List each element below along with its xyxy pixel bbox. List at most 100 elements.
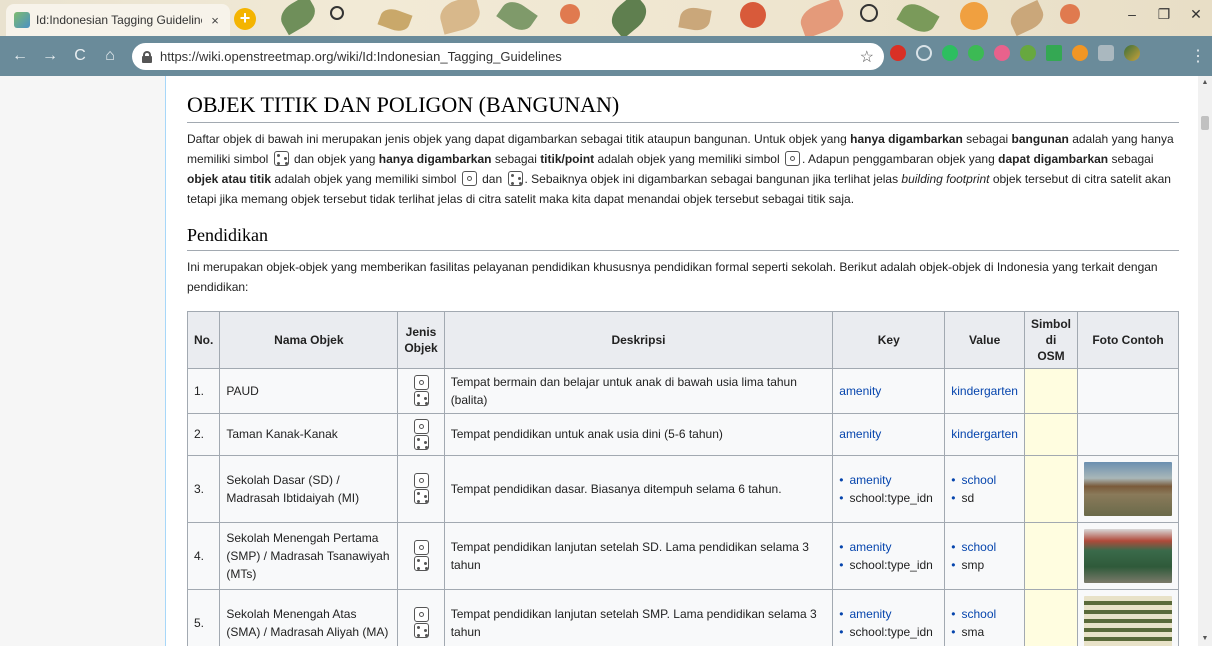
object-description: Tempat pendidikan lanjutan setelah SD. L… [443, 521, 834, 590]
back-arrow-icon[interactable]: ← [8, 44, 32, 68]
forward-arrow-icon[interactable]: → [38, 44, 62, 68]
extension-shield-icon[interactable] [1072, 45, 1088, 61]
value-item: school [951, 605, 1018, 623]
theme-flower-decoration [1060, 4, 1080, 24]
section-heading-pendidikan: Pendidikan [187, 225, 1179, 251]
extension-green-icon[interactable] [968, 45, 984, 61]
node-symbol-icon [413, 473, 429, 489]
extension-play-icon[interactable] [1046, 45, 1062, 61]
table-row: 3. Sekolah Dasar (SD) / Madrasah Ibtidai… [186, 454, 1179, 523]
value-text: smp [961, 557, 985, 572]
key-item: school:type_idn [839, 623, 938, 641]
pendidikan-description: Ini merupakan objek-objek yang memberika… [187, 259, 1158, 294]
scroll-thumb[interactable] [1201, 116, 1209, 130]
bookmark-star-icon[interactable]: ☆ [860, 47, 874, 67]
value-item: school [951, 538, 1018, 556]
area-symbol-icon [413, 623, 429, 639]
theme-leaf-decoration [796, 0, 848, 36]
key-link[interactable]: amenity [839, 384, 881, 398]
url-text[interactable]: https://wiki.openstreetmap.org/wiki/Id:I… [160, 49, 852, 64]
theme-leaf-decoration [275, 0, 321, 36]
browser-menu-icon[interactable]: ⋮ [1190, 46, 1206, 66]
wiki-sidebar [0, 76, 166, 646]
key-item: amenity [839, 538, 938, 556]
key-item: amenity [839, 605, 938, 623]
school-photo-sd[interactable] [1084, 461, 1172, 516]
theme-flower-decoration [740, 2, 766, 28]
osm-symbol-cell [1023, 367, 1079, 414]
address-bar[interactable]: https://wiki.openstreetmap.org/wiki/Id:I… [132, 43, 884, 70]
school-photo-smp[interactable] [1084, 528, 1172, 583]
vertical-scrollbar[interactable]: ▲ ▼ [1198, 76, 1212, 646]
extension-pink-icon[interactable] [994, 45, 1010, 61]
node-symbol-icon [784, 151, 800, 167]
restore-button[interactable]: ❐ [1152, 6, 1176, 23]
browser-tab-active[interactable]: Id:Indonesian Tagging Guidelines × [6, 4, 230, 36]
area-symbol-icon [413, 489, 429, 505]
home-icon[interactable]: ⌂ [98, 44, 122, 68]
value-link[interactable]: kindergarten [951, 427, 1018, 441]
object-name: PAUD [219, 367, 399, 414]
extension-icons [890, 45, 1140, 61]
tab-title: Id:Indonesian Tagging Guidelines [36, 13, 202, 27]
extension-evernote-icon[interactable] [942, 45, 958, 61]
value-item: school [951, 471, 1018, 489]
value-cell: school smp [944, 521, 1025, 590]
key-text: school:type_idn [849, 490, 933, 505]
browser-toolbar: ← → C ⌂ https://wiki.openstreetmap.org/w… [0, 36, 1212, 76]
new-tab-button[interactable]: + [234, 8, 256, 30]
extension-grey-icon[interactable] [1098, 45, 1114, 61]
section-heading-objek: OBJEK TITIK DAN POLIGON (BANGUNAN) [187, 92, 1179, 124]
scroll-down-arrow-icon[interactable]: ▼ [1198, 632, 1212, 646]
close-window-button[interactable]: ✕ [1184, 6, 1208, 23]
object-description: Tempat pendidikan lanjutan setelah SMP. … [443, 588, 834, 646]
key-cell: amenity [832, 412, 946, 456]
value-item: smp [951, 556, 1018, 574]
table-header-row: No. Nama Objek Jenis Objek Deskripsi Key… [186, 310, 1179, 369]
table-row: 4. Sekolah Menengah Pertama (SMP) / Madr… [186, 521, 1179, 590]
row-number: 2. [186, 412, 221, 456]
row-number: 5. [186, 588, 221, 646]
key-link[interactable]: amenity [849, 540, 891, 554]
value-link[interactable]: kindergarten [951, 384, 1018, 398]
photo-cell [1077, 367, 1179, 414]
theme-leaf-decoration [496, 0, 538, 36]
object-type-cell [397, 588, 445, 646]
theme-leaf-decoration [436, 0, 484, 35]
value-link[interactable]: school [961, 473, 996, 487]
key-link[interactable]: amenity [849, 607, 891, 621]
object-type-cell [397, 521, 445, 590]
col-header-no: No. [186, 310, 221, 369]
theme-leaf-decoration [896, 0, 940, 36]
area-symbol-icon [507, 171, 523, 187]
row-number: 3. [186, 454, 221, 523]
col-header-jenis: Jenis Objek [397, 310, 445, 369]
minimize-button[interactable]: – [1120, 6, 1144, 22]
profile-avatar-icon[interactable] [1124, 45, 1140, 61]
col-header-key: Key [832, 310, 946, 369]
value-cell: kindergarten [944, 367, 1025, 414]
node-symbol-icon [413, 607, 429, 623]
key-link[interactable]: amenity [849, 473, 891, 487]
node-symbol-icon [413, 540, 429, 556]
extension-puzzle-icon[interactable] [1020, 45, 1036, 61]
key-text: school:type_idn [849, 557, 933, 572]
value-link[interactable]: school [961, 607, 996, 621]
osm-symbol-cell [1023, 588, 1079, 646]
col-header-deskripsi: Deskripsi [443, 310, 834, 369]
object-description: Tempat pendidikan dasar. Biasanya ditemp… [443, 454, 834, 523]
theme-flower-decoration [330, 6, 344, 20]
scroll-up-arrow-icon[interactable]: ▲ [1198, 76, 1212, 90]
value-link[interactable]: school [961, 540, 996, 554]
key-link[interactable]: amenity [839, 427, 881, 441]
col-header-nama: Nama Objek [219, 310, 399, 369]
extension-red-icon[interactable] [890, 45, 906, 61]
table-row: 1. PAUD Tempat bermain dan belajar untuk… [186, 367, 1179, 414]
school-photo-sma[interactable] [1084, 595, 1172, 646]
table-row: 5. Sekolah Menengah Atas (SMA) / Madrasa… [186, 588, 1179, 646]
extension-circle-icon[interactable] [916, 45, 932, 61]
tab-close-icon[interactable]: × [208, 13, 222, 28]
col-header-value: Value [944, 310, 1025, 369]
object-type-cell [397, 367, 445, 414]
reload-icon[interactable]: C [68, 44, 92, 68]
